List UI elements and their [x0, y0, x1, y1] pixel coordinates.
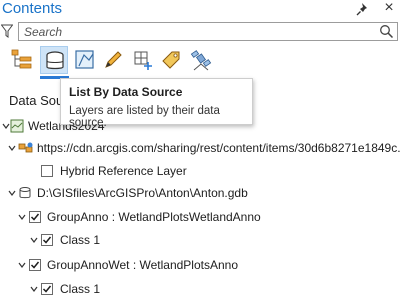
list-by-selection-icon — [75, 50, 94, 69]
search-icon[interactable] — [379, 24, 394, 39]
checkmark-icon — [30, 261, 40, 269]
checkmark-icon — [42, 285, 52, 293]
group-anno-label: GroupAnno : WetlandPlotsWetlandAnno — [47, 210, 261, 224]
checkmark-icon — [42, 236, 52, 244]
list-by-snapping-icon — [134, 51, 152, 70]
tree-item-service[interactable]: https://cdn.arcgis.com/sharing/rest/cont… — [0, 138, 400, 158]
group-anno-wet-label: GroupAnnoWet : WetlandPlotsAnno — [47, 258, 239, 272]
search-input[interactable] — [24, 23, 364, 40]
list-by-data-source-icon — [46, 51, 64, 70]
class-checkbox[interactable] — [41, 283, 53, 295]
list-by-snapping-button[interactable] — [129, 46, 157, 74]
contents-pane-header: Contents × — [0, 0, 400, 19]
class-checkbox[interactable] — [41, 234, 53, 246]
checkmark-icon — [30, 213, 40, 221]
service-url: https://cdn.arcgis.com/sharing/rest/cont… — [37, 141, 400, 155]
pin-icon[interactable] — [355, 1, 371, 17]
web-service-icon — [18, 142, 33, 153]
section-label: Data Sou — [9, 93, 64, 108]
gdb-path: D:\GISfiles\ArcGISPro\Anton\Anton.gdb — [37, 186, 248, 200]
list-by-perspective-imagery-button[interactable] — [187, 46, 215, 74]
hybrid-layer-label: Hybrid Reference Layer — [60, 164, 187, 178]
chevron-down-icon[interactable] — [2, 122, 10, 130]
search-box[interactable] — [18, 22, 398, 41]
list-by-drawing-order-button[interactable] — [8, 46, 36, 74]
tooltip-title: List By Data Source — [69, 85, 183, 99]
chevron-down-icon[interactable] — [8, 189, 16, 197]
list-by-labeling-icon — [162, 51, 180, 69]
list-by-data-source-button[interactable] — [40, 46, 68, 74]
chevron-down-icon[interactable] — [30, 236, 38, 244]
tree-item-hybrid-layer[interactable]: Hybrid Reference Layer — [0, 161, 400, 181]
database-icon — [19, 187, 31, 199]
pane-title: Contents — [2, 0, 63, 17]
list-by-selection-button[interactable] — [71, 46, 99, 74]
tree-item-group-anno-wet[interactable]: GroupAnnoWet : WetlandPlotsAnno — [0, 255, 400, 275]
group-anno-wet-checkbox[interactable] — [29, 259, 41, 271]
map-icon — [10, 119, 24, 133]
list-by-editing-icon — [105, 51, 122, 68]
contents-toolbar — [0, 44, 400, 78]
close-button[interactable]: × — [382, 0, 396, 16]
filter-icon[interactable] — [0, 24, 14, 38]
tree-item-group-anno-wet-class[interactable]: Class 1 — [0, 279, 400, 299]
tooltip-description: Layers are listed by their data source. — [69, 105, 220, 129]
tree-item-geodatabase[interactable]: D:\GISfiles\ArcGISPro\Anton\Anton.gdb — [0, 183, 400, 203]
class-label: Class 1 — [60, 282, 101, 296]
chevron-down-icon[interactable] — [18, 261, 26, 269]
tree-item-group-anno[interactable]: GroupAnno : WetlandPlotsWetlandAnno — [0, 207, 400, 227]
tree-item-group-anno-class[interactable]: Class 1 — [0, 230, 400, 250]
list-by-labeling-button[interactable] — [157, 46, 185, 74]
list-by-editing-button[interactable] — [99, 46, 127, 74]
list-by-drawing-order-icon — [11, 49, 32, 69]
group-anno-checkbox[interactable] — [29, 211, 41, 223]
chevron-down-icon[interactable] — [30, 285, 38, 293]
chevron-down-icon[interactable] — [18, 213, 26, 221]
list-by-perspective-imagery-icon — [190, 50, 212, 71]
chevron-down-icon[interactable] — [8, 144, 16, 152]
tooltip: List By Data Source Layers are listed by… — [60, 78, 253, 129]
hybrid-layer-checkbox[interactable] — [41, 165, 53, 177]
class-label: Class 1 — [60, 233, 101, 247]
